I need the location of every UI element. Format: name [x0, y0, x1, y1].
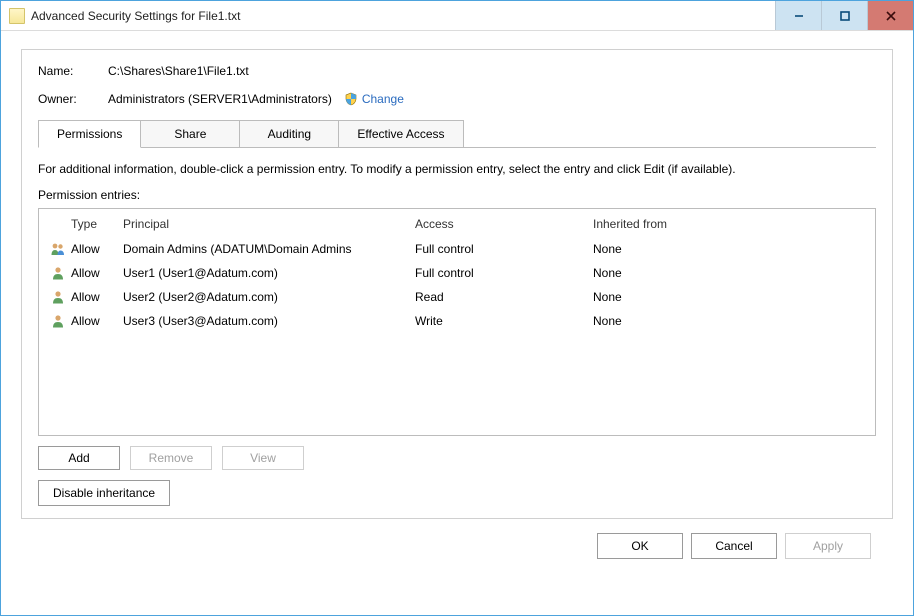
disable-inheritance-button[interactable]: Disable inheritance — [38, 480, 170, 506]
tab-effective-access[interactable]: Effective Access — [338, 120, 463, 148]
cell-type: Allow — [71, 242, 123, 256]
cell-inherited: None — [593, 242, 869, 256]
owner-value: Administrators (SERVER1\Administrators) — [108, 92, 332, 106]
col-inherited[interactable]: Inherited from — [593, 217, 869, 231]
shield-icon — [344, 92, 358, 106]
col-type[interactable]: Type — [71, 217, 123, 231]
permission-list[interactable]: Type Principal Access Inherited from All… — [38, 208, 876, 436]
table-row[interactable]: AllowUser2 (User2@Adatum.com)ReadNone — [39, 285, 875, 309]
folder-icon — [9, 8, 25, 24]
cell-access: Full control — [415, 242, 593, 256]
hint-text: For additional information, double-click… — [38, 162, 876, 176]
dialog-footer: OK Cancel Apply — [21, 519, 893, 559]
owner-label: Owner: — [38, 92, 108, 106]
close-button[interactable] — [867, 1, 913, 30]
apply-button: Apply — [785, 533, 871, 559]
cell-inherited: None — [593, 266, 869, 280]
col-principal[interactable]: Principal — [123, 217, 415, 231]
tab-permissions[interactable]: Permissions — [38, 120, 141, 148]
cell-principal: User2 (User2@Adatum.com) — [123, 290, 415, 304]
minimize-button[interactable] — [775, 1, 821, 30]
user-icon — [50, 265, 66, 281]
name-row: Name: C:\Shares\Share1\File1.txt — [38, 64, 876, 78]
window-title: Advanced Security Settings for File1.txt — [31, 9, 775, 23]
group-icon — [50, 241, 66, 257]
add-button[interactable]: Add — [38, 446, 120, 470]
remove-button: Remove — [130, 446, 212, 470]
view-button: View — [222, 446, 304, 470]
cell-type: Allow — [71, 314, 123, 328]
titlebar: Advanced Security Settings for File1.txt — [1, 1, 913, 31]
cell-access: Write — [415, 314, 593, 328]
cell-inherited: None — [593, 290, 869, 304]
owner-row: Owner: Administrators (SERVER1\Administr… — [38, 92, 876, 106]
list-header: Type Principal Access Inherited from — [39, 209, 875, 237]
user-icon — [50, 313, 66, 329]
cell-principal: Domain Admins (ADATUM\Domain Admins — [123, 242, 415, 256]
entry-buttons: Add Remove View — [38, 446, 876, 470]
entries-label: Permission entries: — [38, 188, 876, 202]
name-label: Name: — [38, 64, 108, 78]
cancel-button[interactable]: Cancel — [691, 533, 777, 559]
tab-share[interactable]: Share — [140, 120, 240, 148]
change-owner-link[interactable]: Change — [362, 92, 404, 106]
cell-type: Allow — [71, 266, 123, 280]
window-buttons — [775, 1, 913, 30]
cell-inherited: None — [593, 314, 869, 328]
cell-principal: User1 (User1@Adatum.com) — [123, 266, 415, 280]
table-row[interactable]: AllowUser3 (User3@Adatum.com)WriteNone — [39, 309, 875, 333]
tabs: Permissions Share Auditing Effective Acc… — [38, 120, 876, 148]
col-access[interactable]: Access — [415, 217, 593, 231]
ok-button[interactable]: OK — [597, 533, 683, 559]
name-value: C:\Shares\Share1\File1.txt — [108, 64, 249, 78]
cell-access: Full control — [415, 266, 593, 280]
cell-access: Read — [415, 290, 593, 304]
user-icon — [50, 289, 66, 305]
table-row[interactable]: AllowDomain Admins (ADATUM\Domain Admins… — [39, 237, 875, 261]
main-panel: Name: C:\Shares\Share1\File1.txt Owner: … — [21, 49, 893, 519]
content: Name: C:\Shares\Share1\File1.txt Owner: … — [1, 31, 913, 567]
cell-type: Allow — [71, 290, 123, 304]
tab-auditing[interactable]: Auditing — [239, 120, 339, 148]
cell-principal: User3 (User3@Adatum.com) — [123, 314, 415, 328]
table-row[interactable]: AllowUser1 (User1@Adatum.com)Full contro… — [39, 261, 875, 285]
maximize-button[interactable] — [821, 1, 867, 30]
